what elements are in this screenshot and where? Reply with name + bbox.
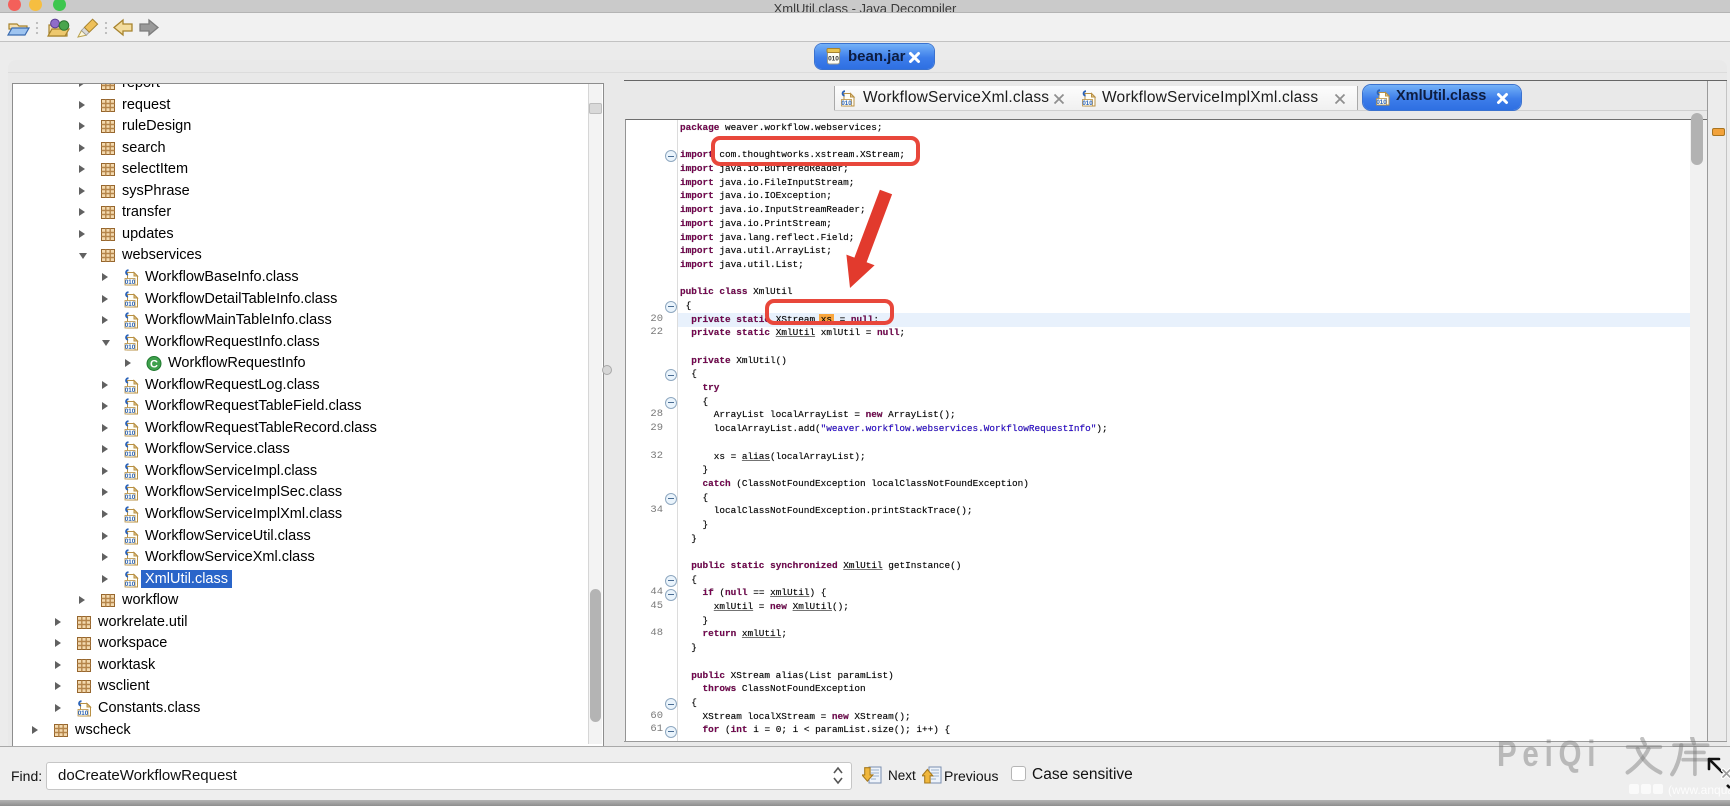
svg-text:010: 010 (125, 322, 136, 329)
svg-text:010: 010 (125, 301, 136, 308)
svg-text:010: 010 (125, 387, 136, 394)
svg-text:010: 010 (841, 100, 852, 107)
svg-text:010: 010 (125, 538, 136, 545)
svg-text:010: 010 (125, 559, 136, 566)
svg-text:010: 010 (1376, 99, 1387, 106)
svg-text:010: 010 (125, 581, 136, 588)
svg-text:010: 010 (125, 408, 136, 415)
svg-text:010: 010 (125, 451, 136, 458)
svg-text:010: 010 (1082, 100, 1093, 107)
svg-text:010: 010 (125, 279, 136, 286)
svg-text:010: 010 (78, 710, 89, 717)
svg-text:010: 010 (125, 430, 136, 437)
svg-text:C: C (150, 359, 158, 371)
svg-text:010: 010 (125, 494, 136, 501)
svg-text:010: 010 (125, 344, 136, 351)
svg-text:010: 010 (828, 56, 839, 63)
svg-text:010: 010 (125, 473, 136, 480)
svg-text:010: 010 (125, 516, 136, 523)
